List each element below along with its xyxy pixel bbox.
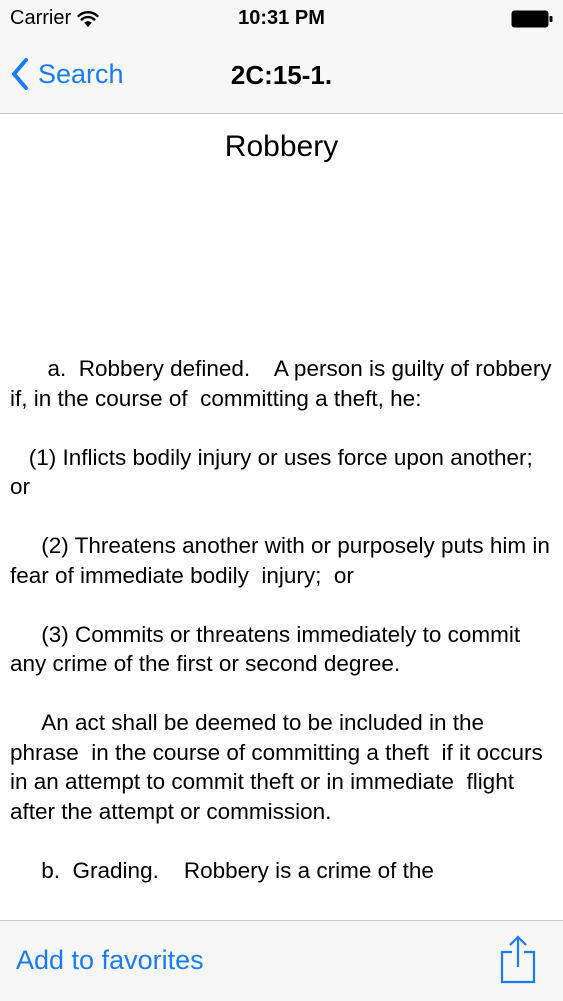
bottom-toolbar: Add to favorites — [0, 920, 563, 1001]
statute-paragraph: An act shall be deemed to be included in… — [10, 710, 550, 824]
navigation-bar: Search 2C:15-1. — [0, 40, 563, 114]
statute-paragraph: a. Robbery defined. A person is guilty o… — [10, 356, 558, 411]
status-bar: Carrier 10:31 PM — [0, 0, 563, 40]
statute-paragraph: (3) Commits or threatens immediately to … — [10, 621, 527, 677]
document-view[interactable]: Robbery a. Robbery defined. A person is … — [0, 114, 563, 920]
statute-paragraph: b. Grading. Robbery is a crime of the — [10, 857, 434, 883]
statute-paragraph: (2) Threatens another with or purposely … — [10, 533, 557, 588]
page-title: 2C:15-1. — [230, 60, 333, 90]
document-heading: Robbery — [224, 130, 339, 163]
add-to-favorites-button[interactable]: Add to favorites — [16, 945, 204, 976]
battery-icon — [511, 10, 553, 28]
share-icon[interactable] — [499, 935, 537, 985]
document-body: a. Robbery defined. A person is guilty o… — [10, 354, 555, 915]
status-time: 10:31 PM — [238, 7, 325, 29]
statute-paragraph: (1) Inflicts bodily injury or uses force… — [10, 444, 546, 500]
